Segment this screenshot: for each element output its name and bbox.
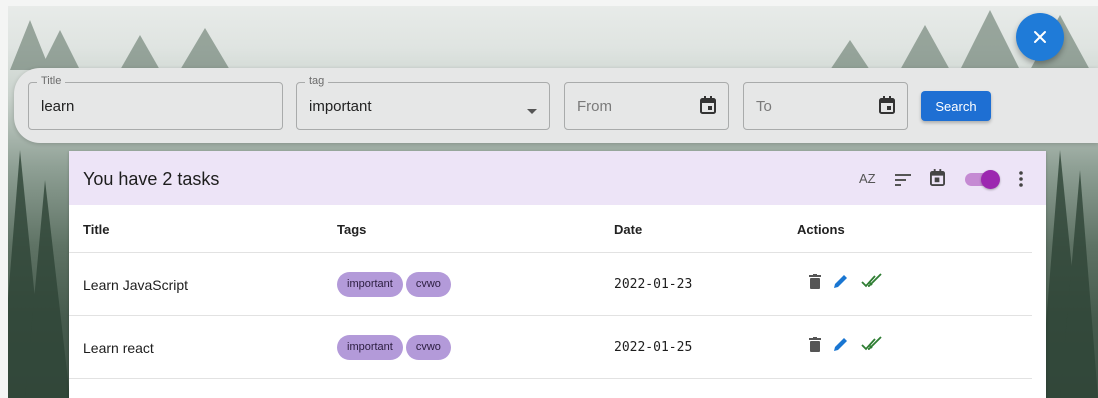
more-vert-icon[interactable] — [1019, 171, 1023, 192]
task-title: Learn JavaScript — [83, 277, 189, 293]
tasks-panel-header: You have 2 tasks AZ — [69, 151, 1046, 205]
tag-chip[interactable]: important — [337, 272, 403, 297]
edit-button[interactable] — [833, 273, 849, 292]
tasks-count-heading: You have 2 tasks — [83, 169, 220, 189]
mark-done-button[interactable] — [861, 336, 883, 355]
calendar-icon[interactable] — [930, 169, 945, 191]
from-date-placeholder: From — [577, 98, 612, 115]
filter-bar: Title learn tag important From To Search — [14, 68, 1098, 143]
tag-select-label: tag — [305, 75, 329, 87]
sort-icon[interactable] — [895, 173, 911, 191]
title-filter-field[interactable]: Title learn — [28, 75, 283, 130]
task-date: 2022-01-25 — [614, 340, 693, 355]
arrow-drop-down-icon[interactable] — [527, 102, 537, 120]
pencil-icon — [834, 275, 847, 288]
column-header-date: Date — [614, 222, 643, 237]
search-button[interactable]: Search — [921, 91, 991, 121]
task-date: 2022-01-23 — [614, 277, 693, 292]
tag-chip[interactable]: cvwo — [405, 335, 451, 360]
double-check-icon — [861, 273, 882, 288]
title-filter-label: Title — [37, 75, 66, 87]
calendar-icon[interactable] — [700, 96, 716, 119]
to-date-placeholder: To — [756, 98, 772, 115]
table-row: Learn react important cvwo 2022-01-25 — [69, 316, 1032, 379]
tag-select[interactable]: tag important — [296, 75, 550, 130]
from-date-field[interactable]: From — [564, 82, 729, 130]
task-title: Learn react — [83, 340, 154, 356]
tasks-table: Title Tags Date Actions Learn JavaScript… — [69, 205, 1032, 379]
trash-icon — [809, 336, 821, 352]
sort-by-alpha-icon[interactable]: AZ — [859, 171, 876, 186]
to-date-field[interactable]: To — [743, 82, 908, 130]
column-header-actions: Actions — [797, 222, 845, 237]
tag-chip[interactable]: cvwo — [405, 272, 451, 297]
window-left-edge — [0, 0, 8, 398]
double-check-icon — [861, 336, 882, 351]
column-header-tags: Tags — [337, 222, 367, 237]
view-toggle-thumb[interactable] — [981, 170, 1000, 189]
delete-button[interactable] — [809, 273, 821, 292]
task-actions — [809, 336, 883, 355]
task-tags: important cvwo — [337, 335, 454, 360]
tag-chip[interactable]: important — [337, 335, 403, 360]
tag-select-value: important — [309, 98, 372, 115]
edit-button[interactable] — [833, 336, 849, 355]
trash-icon — [809, 273, 821, 289]
calendar-icon[interactable] — [879, 96, 895, 119]
title-filter-value[interactable]: learn — [41, 98, 74, 115]
pencil-icon — [834, 338, 847, 351]
task-tags: important cvwo — [337, 272, 454, 297]
close-icon — [1034, 31, 1046, 43]
mark-done-button[interactable] — [861, 273, 883, 292]
table-row: Learn JavaScript important cvwo 2022-01-2… — [69, 253, 1032, 316]
column-header-title: Title — [83, 222, 110, 237]
window-top-edge — [0, 0, 1098, 6]
task-actions — [809, 273, 883, 292]
delete-button[interactable] — [809, 336, 821, 355]
table-header-row: Title Tags Date Actions — [69, 205, 1032, 253]
close-button[interactable] — [1016, 13, 1064, 61]
tasks-panel: You have 2 tasks AZ Title Tags Date Acti… — [69, 151, 1046, 398]
